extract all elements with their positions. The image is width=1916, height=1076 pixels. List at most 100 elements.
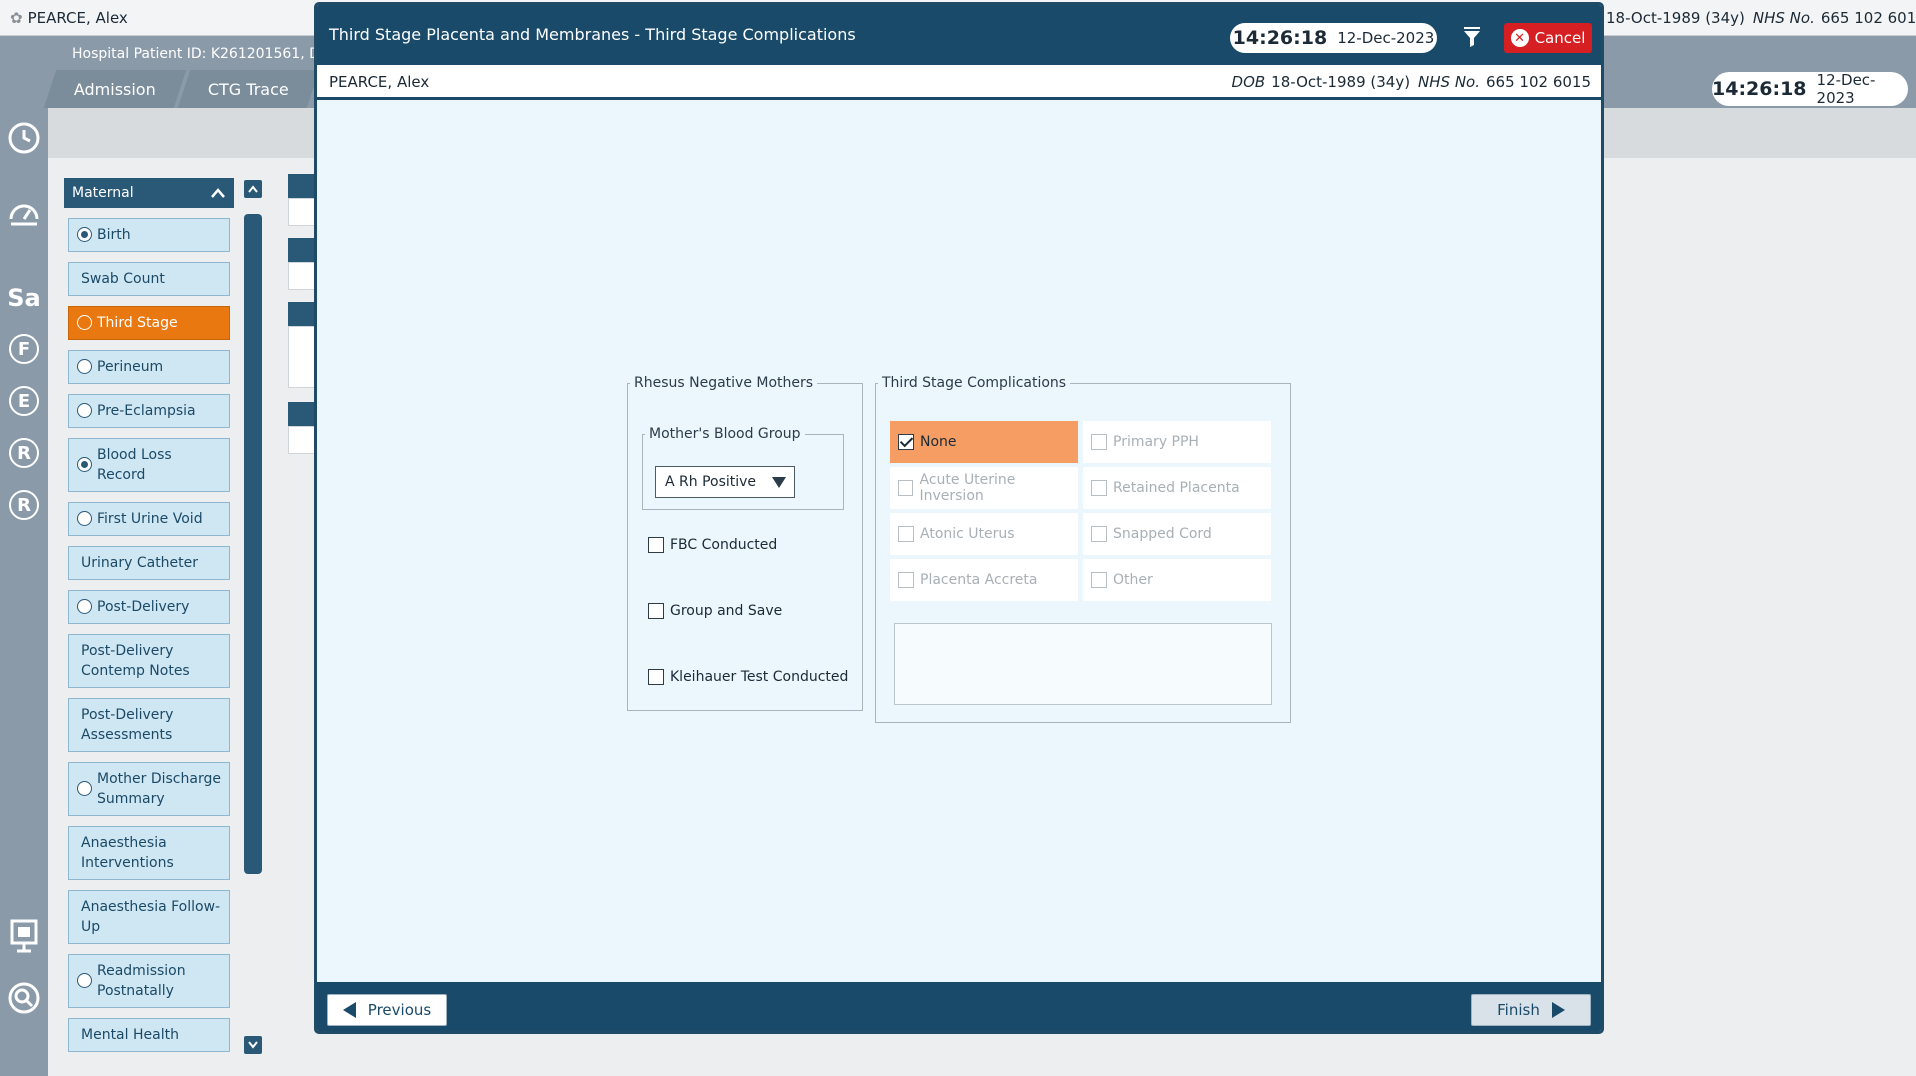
nav-item-first-urine-void[interactable]: First Urine Void (68, 502, 230, 536)
close-icon: ✕ (1510, 29, 1529, 47)
rail-item-f[interactable]: F (9, 334, 39, 364)
app-patient-details: 18-Oct-1989 (34y) NHS No. 665 102 6015 (1606, 9, 1916, 27)
nhs-label: NHS No. (1418, 73, 1481, 91)
nav-item-post-delivery[interactable]: Post-Delivery (68, 590, 230, 624)
nav-item-anaesthesia-interventions[interactable]: Anaesthesia Interventions (68, 826, 230, 880)
checkbox-icon (648, 537, 664, 553)
third-stage-complications-dialog: Third Stage Placenta and Membranes - Thi… (314, 2, 1604, 1034)
chevron-up-icon (211, 188, 225, 198)
option-acute-uterine-inversion[interactable]: Acute Uterine Inversion (890, 467, 1078, 509)
checkbox-icon (648, 603, 664, 619)
radio-icon (77, 973, 92, 988)
radio-icon (77, 457, 92, 472)
checkbox-icon (648, 669, 664, 685)
nav-item-perineum[interactable]: Perineum (68, 350, 230, 384)
app-patient-name: ✿ PEARCE, Alex (10, 9, 128, 27)
dialog-clock-date: 12-Dec-2023 (1337, 29, 1435, 47)
arrow-left-icon (342, 1002, 356, 1018)
rail-item-r2[interactable]: R (9, 490, 39, 520)
nav-item-mother-discharge-summary[interactable]: Mother Discharge Summary (68, 762, 230, 816)
rail-item-e[interactable]: E (9, 386, 39, 416)
app-clock-date: 12-Dec-2023 (1816, 71, 1876, 107)
kleihauer-test-checkbox[interactable]: Kleihauer Test Conducted (648, 669, 848, 685)
app-tabs: Admission CTG Trace (43, 70, 319, 108)
flower-icon: ✿ (10, 9, 23, 27)
previous-button[interactable]: Previous (327, 994, 447, 1026)
scroll-up-button[interactable] (244, 180, 262, 198)
dialog-footer: Previous Finish (317, 982, 1601, 1031)
nhs-value: 665 102 6015 (1486, 73, 1591, 91)
nav-header[interactable]: Maternal (64, 178, 234, 208)
option-placenta-accreta[interactable]: Placenta Accreta (890, 559, 1078, 601)
presentation-icon[interactable] (6, 918, 42, 954)
arrow-right-icon (1551, 1002, 1565, 1018)
nav-item-anaesthesia-follow-up[interactable]: Anaesthesia Follow-Up (68, 890, 230, 944)
option-snapped-cord[interactable]: Snapped Cord (1083, 513, 1271, 555)
nav-item-birth[interactable]: Birth (68, 218, 230, 252)
finish-button[interactable]: Finish (1471, 994, 1591, 1026)
nav-item-post-delivery-assessments[interactable]: Post-Delivery Assessments (68, 698, 230, 752)
dialog-clock: 14:26:18 12-Dec-2023 (1230, 23, 1437, 53)
radio-icon (77, 315, 92, 330)
rhesus-negative-mothers-group: Rhesus Negative Mothers Mother's Blood G… (627, 375, 863, 711)
nav-item-urinary-catheter[interactable]: Urinary Catheter (68, 546, 230, 580)
nav-item-readmission-postnatally[interactable]: Readmission Postnatally (68, 954, 230, 1008)
option-primary-pph[interactable]: Primary PPH (1083, 421, 1271, 463)
fbc-conducted-checkbox[interactable]: FBC Conducted (648, 537, 777, 553)
nav-item-blood-loss-record[interactable]: Blood Loss Record (68, 438, 230, 492)
checkbox-icon (1091, 526, 1107, 542)
rail-item-r1[interactable]: R (9, 438, 39, 468)
dialog-patient-banner: PEARCE, Alex DOB 18-Oct-1989 (34y) NHS No.… (317, 65, 1601, 100)
app-nhs-label: NHS No. (1752, 9, 1815, 27)
chevron-down-icon (248, 1041, 258, 1049)
nav-item-post-delivery-contemp-notes[interactable]: Post-Delivery Contemp Notes (68, 634, 230, 688)
radio-icon (77, 781, 92, 796)
option-other[interactable]: Other (1083, 559, 1271, 601)
scroll-track[interactable] (244, 214, 262, 874)
search-icon[interactable] (6, 980, 42, 1016)
app-clock-time: 14:26:18 (1712, 78, 1807, 100)
mothers-blood-group: Mother's Blood Group A Rh Positive (642, 426, 844, 510)
dropdown-arrow-icon (772, 477, 786, 488)
option-none[interactable]: None (890, 421, 1078, 463)
scroll-thumb[interactable] (244, 214, 262, 874)
option-atonic-uterus[interactable]: Atonic Uterus (890, 513, 1078, 555)
clock-icon[interactable] (6, 120, 42, 156)
app-clock: 14:26:18 12-Dec-2023 (1712, 71, 1908, 107)
chevron-up-icon (248, 185, 258, 193)
third-stage-complications-group: Third Stage Complications None Primary P… (875, 375, 1291, 723)
gauge-icon[interactable] (6, 196, 42, 232)
dob-value: 18-Oct-1989 (34y) (1271, 73, 1411, 91)
complications-notes-input[interactable] (894, 623, 1272, 705)
nav-scrollbar[interactable] (244, 180, 262, 1060)
blood-group-select[interactable]: A Rh Positive (655, 466, 795, 498)
complications-legend: Third Stage Complications (882, 375, 1067, 391)
checkbox-icon (898, 572, 914, 588)
nav-item-swab-count[interactable]: Swab Count (68, 262, 230, 296)
tab-ctg-trace[interactable]: CTG Trace (177, 70, 319, 108)
checkbox-icon (1091, 572, 1107, 588)
app-dob-value: 18-Oct-1989 (34y) (1606, 9, 1745, 27)
blood-group-legend: Mother's Blood Group (649, 426, 801, 442)
tab-admission[interactable]: Admission (43, 70, 187, 108)
group-and-save-checkbox[interactable]: Group and Save (648, 603, 782, 619)
cancel-button[interactable]: ✕ Cancel (1504, 23, 1592, 53)
app-nhs-value: 665 102 6015 (1820, 9, 1916, 27)
radio-icon (77, 511, 92, 526)
nav-item-pre-eclampsia[interactable]: Pre-Eclampsia (68, 394, 230, 428)
rhesus-legend: Rhesus Negative Mothers (634, 375, 814, 391)
checkbox-icon (1091, 480, 1107, 496)
nav-item-third-stage[interactable]: Third Stage (68, 306, 230, 340)
checkbox-icon (898, 480, 914, 496)
radio-icon (77, 403, 92, 418)
complications-options: None Primary PPH Acute Uterine Inversion… (890, 421, 1274, 601)
radio-icon (77, 359, 92, 374)
rail-item-sa[interactable]: Sa (6, 280, 42, 316)
scroll-down-button[interactable] (244, 1036, 262, 1054)
dialog-patient-details: DOB 18-Oct-1989 (34y) NHS No. 665 102 6015 (1232, 73, 1591, 91)
option-retained-placenta[interactable]: Retained Placenta (1083, 467, 1271, 509)
nav-item-mental-health[interactable]: Mental Health (68, 1018, 230, 1052)
dob-label: DOB (1231, 73, 1266, 91)
left-toolbar: Sa F E R R (0, 108, 48, 1076)
filter-icon[interactable] (1461, 27, 1483, 49)
